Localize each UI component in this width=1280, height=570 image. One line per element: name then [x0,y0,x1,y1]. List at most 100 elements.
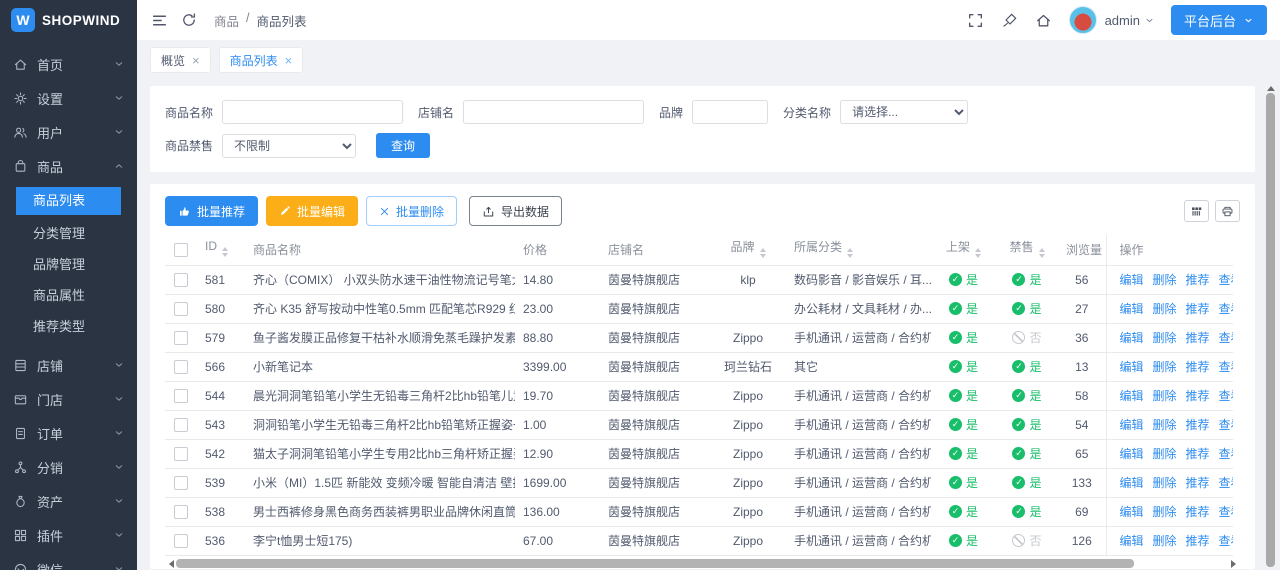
row-checkbox[interactable] [174,272,188,287]
home-icon[interactable] [1035,11,1053,29]
sidebar-subitem-goods-attrs[interactable]: 商品属性 [0,280,137,311]
shop-name-input[interactable] [463,100,645,124]
sidebar-item-store[interactable]: 门店 [0,382,137,416]
vertical-scrollbar-thumb[interactable] [1266,93,1275,567]
batch-delete-button[interactable]: 批量删除 [366,196,458,226]
sidebar-item-wechat[interactable]: 微信 [0,552,137,570]
vertical-scrollbar[interactable] [1266,82,1275,567]
delete-link[interactable]: 删除 [1153,302,1177,316]
delete-link[interactable]: 删除 [1153,273,1177,287]
category-select[interactable]: 请选择... [840,100,969,124]
row-checkbox[interactable] [174,446,188,461]
view-link[interactable]: 查看 [1219,360,1233,374]
recommend-link[interactable]: 推荐 [1186,505,1210,519]
delete-link[interactable]: 删除 [1153,534,1177,548]
close-icon[interactable]: × [285,54,293,67]
collapse-menu-icon[interactable] [150,11,168,29]
sidebar-item-goods[interactable]: 商品 [0,149,137,183]
sidebar-item-shop[interactable]: 店铺 [0,348,137,382]
delete-link[interactable]: 删除 [1153,418,1177,432]
columns-grid-icon[interactable] [1184,200,1209,222]
view-link[interactable]: 查看 [1219,447,1233,461]
delete-link[interactable]: 删除 [1153,476,1177,490]
print-icon[interactable] [1215,200,1240,222]
sidebar-item-plugins[interactable]: 插件 [0,518,137,552]
sidebar-item-home[interactable]: 首页 [0,47,137,81]
view-link[interactable]: 查看 [1219,273,1233,287]
view-link[interactable]: 查看 [1219,476,1233,490]
row-checkbox[interactable] [174,330,188,345]
sidebar-subitem-recommend-types[interactable]: 推荐类型 [0,311,137,342]
edit-link[interactable]: 编辑 [1120,302,1144,316]
recommend-link[interactable]: 推荐 [1186,331,1210,345]
sidebar-item-assets[interactable]: 资产 [0,484,137,518]
scroll-left-arrow-icon[interactable] [165,559,174,568]
sidebar-item-order[interactable]: 订单 [0,416,137,450]
recommend-link[interactable]: 推荐 [1186,360,1210,374]
sidebar-item-distribution[interactable]: 分销 [0,450,137,484]
delete-link[interactable]: 删除 [1153,360,1177,374]
recommend-link[interactable]: 推荐 [1186,447,1210,461]
recommend-link[interactable]: 推荐 [1186,534,1210,548]
sidebar-subitem-goods-list[interactable]: 商品列表 [16,187,121,215]
view-link[interactable]: 查看 [1219,331,1233,345]
sort-icon[interactable] [222,244,228,260]
goods-name-input[interactable] [222,100,404,124]
edit-link[interactable]: 编辑 [1120,360,1144,374]
delete-link[interactable]: 删除 [1153,447,1177,461]
batch-recommend-button[interactable]: 批量推荐 [165,196,259,226]
horizontal-scrollbar-thumb[interactable] [176,559,1134,568]
row-checkbox[interactable] [174,417,188,432]
close-icon[interactable]: × [192,54,200,67]
fullscreen-icon[interactable] [967,11,985,29]
search-button[interactable]: 查询 [376,133,431,158]
user-menu[interactable]: admin [1105,13,1155,28]
view-link[interactable]: 查看 [1219,389,1233,403]
view-link[interactable]: 查看 [1219,418,1233,432]
row-checkbox[interactable] [174,388,188,403]
brand-input[interactable] [692,100,769,124]
workspace-button[interactable]: 平台后台 [1170,5,1267,35]
recommend-link[interactable]: 推荐 [1186,273,1210,287]
horizontal-scrollbar[interactable] [165,559,1240,569]
recommend-link[interactable]: 推荐 [1186,418,1210,432]
clear-cache-icon[interactable] [1001,11,1019,29]
recommend-link[interactable]: 推荐 [1186,476,1210,490]
sidebar-item-users[interactable]: 用户 [0,115,137,149]
sort-icon[interactable] [975,245,981,261]
sort-icon[interactable] [1038,245,1045,261]
view-link[interactable]: 查看 [1219,505,1233,519]
row-checkbox[interactable] [174,504,188,519]
breadcrumb-section[interactable]: 商品 [214,11,239,30]
refresh-icon[interactable] [180,11,198,29]
tab-overview[interactable]: 概览 × [150,47,211,73]
row-checkbox[interactable] [174,359,188,374]
edit-link[interactable]: 编辑 [1120,447,1144,461]
edit-link[interactable]: 编辑 [1120,273,1144,287]
edit-link[interactable]: 编辑 [1120,534,1144,548]
recommend-link[interactable]: 推荐 [1186,389,1210,403]
recommend-link[interactable]: 推荐 [1186,302,1210,316]
select-all-checkbox[interactable] [174,243,188,258]
view-link[interactable]: 查看 [1219,534,1233,548]
edit-link[interactable]: 编辑 [1120,389,1144,403]
row-checkbox[interactable] [174,475,188,490]
row-checkbox[interactable] [174,301,188,316]
view-link[interactable]: 查看 [1219,302,1233,316]
sidebar-subitem-category-manage[interactable]: 分类管理 [0,218,137,249]
goods-ban-select[interactable]: 不限制 [222,133,357,158]
row-checkbox[interactable] [174,533,188,548]
scroll-right-arrow-icon[interactable] [1231,559,1240,568]
edit-link[interactable]: 编辑 [1120,331,1144,345]
sort-icon[interactable] [759,245,766,261]
batch-edit-button[interactable]: 批量编辑 [266,196,359,226]
delete-link[interactable]: 删除 [1153,331,1177,345]
avatar[interactable] [1068,6,1097,34]
sidebar-subitem-brand-manage[interactable]: 品牌管理 [0,249,137,280]
sidebar-item-settings[interactable]: 设置 [0,81,137,115]
export-data-button[interactable]: 导出数据 [469,196,563,226]
brand-logo[interactable]: W SHOPWIND [0,0,137,40]
edit-link[interactable]: 编辑 [1120,505,1144,519]
delete-link[interactable]: 删除 [1153,389,1177,403]
tab-goods-list[interactable]: 商品列表 × [218,47,304,73]
